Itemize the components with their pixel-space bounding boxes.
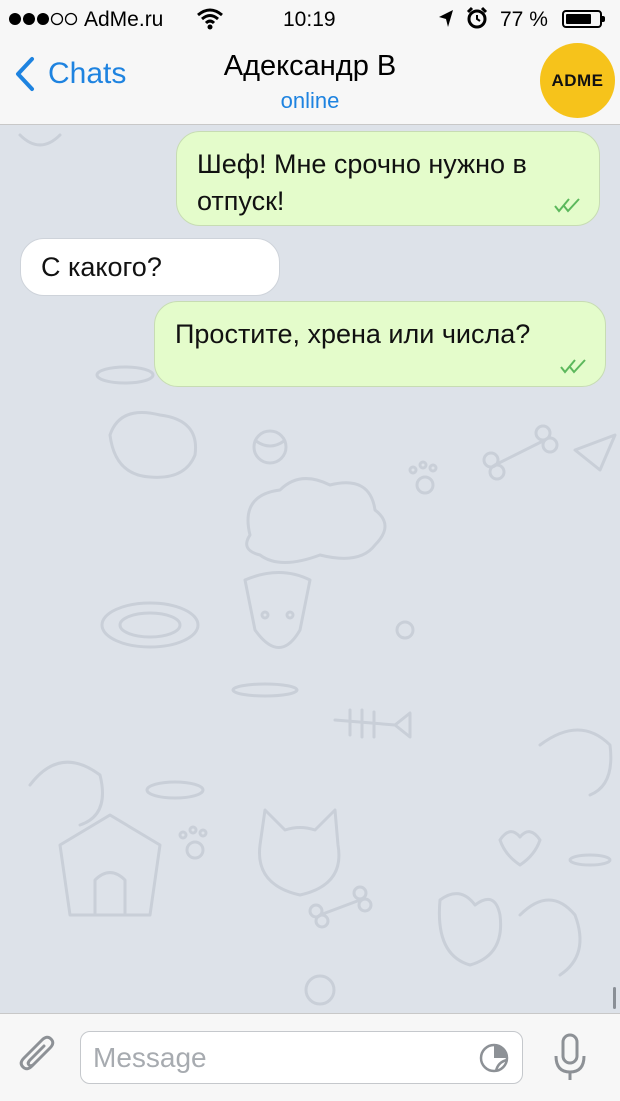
chat-area[interactable]: Шеф! Мне срочно нужно в отпуск! С какого…	[0, 125, 620, 1013]
back-button[interactable]: Chats	[14, 56, 126, 92]
back-label: Chats	[48, 57, 127, 90]
chat-header: Chats Адександр В online ADME	[0, 40, 620, 125]
wifi-icon	[197, 8, 223, 30]
message-placeholder: Message	[93, 1042, 207, 1073]
status-bar: AdMe.ru 10:19 77 %	[0, 0, 620, 40]
battery-nub	[602, 16, 605, 22]
chevron-left-icon	[16, 57, 34, 91]
message-bubble-outgoing[interactable]: Шеф! Мне срочно нужно в отпуск!	[176, 131, 600, 226]
message-text: отпуск!	[197, 186, 285, 216]
battery-fill	[566, 14, 591, 24]
clock-time: 10:19	[283, 8, 336, 31]
carrier-name: AdMe.ru	[84, 8, 164, 31]
microphone-icon[interactable]	[552, 1032, 588, 1082]
sticker-icon[interactable]	[478, 1042, 510, 1074]
message-bubble-outgoing[interactable]: Простите, хрена или числа?	[154, 301, 606, 387]
message-text: Шеф! Мне срочно нужно в	[197, 149, 527, 179]
battery-icon	[562, 10, 605, 28]
message-text: С какого?	[41, 252, 162, 282]
avatar[interactable]: ADME	[540, 43, 615, 118]
location-arrow-icon	[439, 10, 453, 27]
contact-status: online	[280, 88, 340, 113]
read-ticks-icon	[560, 359, 586, 374]
alarm-clock-icon	[466, 6, 488, 29]
paperclip-icon[interactable]	[18, 1034, 58, 1078]
message-bubble-incoming[interactable]: С какого?	[20, 238, 280, 296]
message-input[interactable]: Message	[80, 1031, 523, 1084]
signal-dots-icon	[9, 12, 78, 26]
message-text: Простите, хрена или числа?	[175, 319, 531, 349]
read-ticks-icon	[554, 198, 580, 213]
contact-name[interactable]: Адександр В	[170, 50, 450, 83]
battery-percent: 77 %	[500, 8, 548, 31]
scrollbar[interactable]	[613, 987, 616, 1009]
message-input-bar: Message	[0, 1013, 620, 1101]
